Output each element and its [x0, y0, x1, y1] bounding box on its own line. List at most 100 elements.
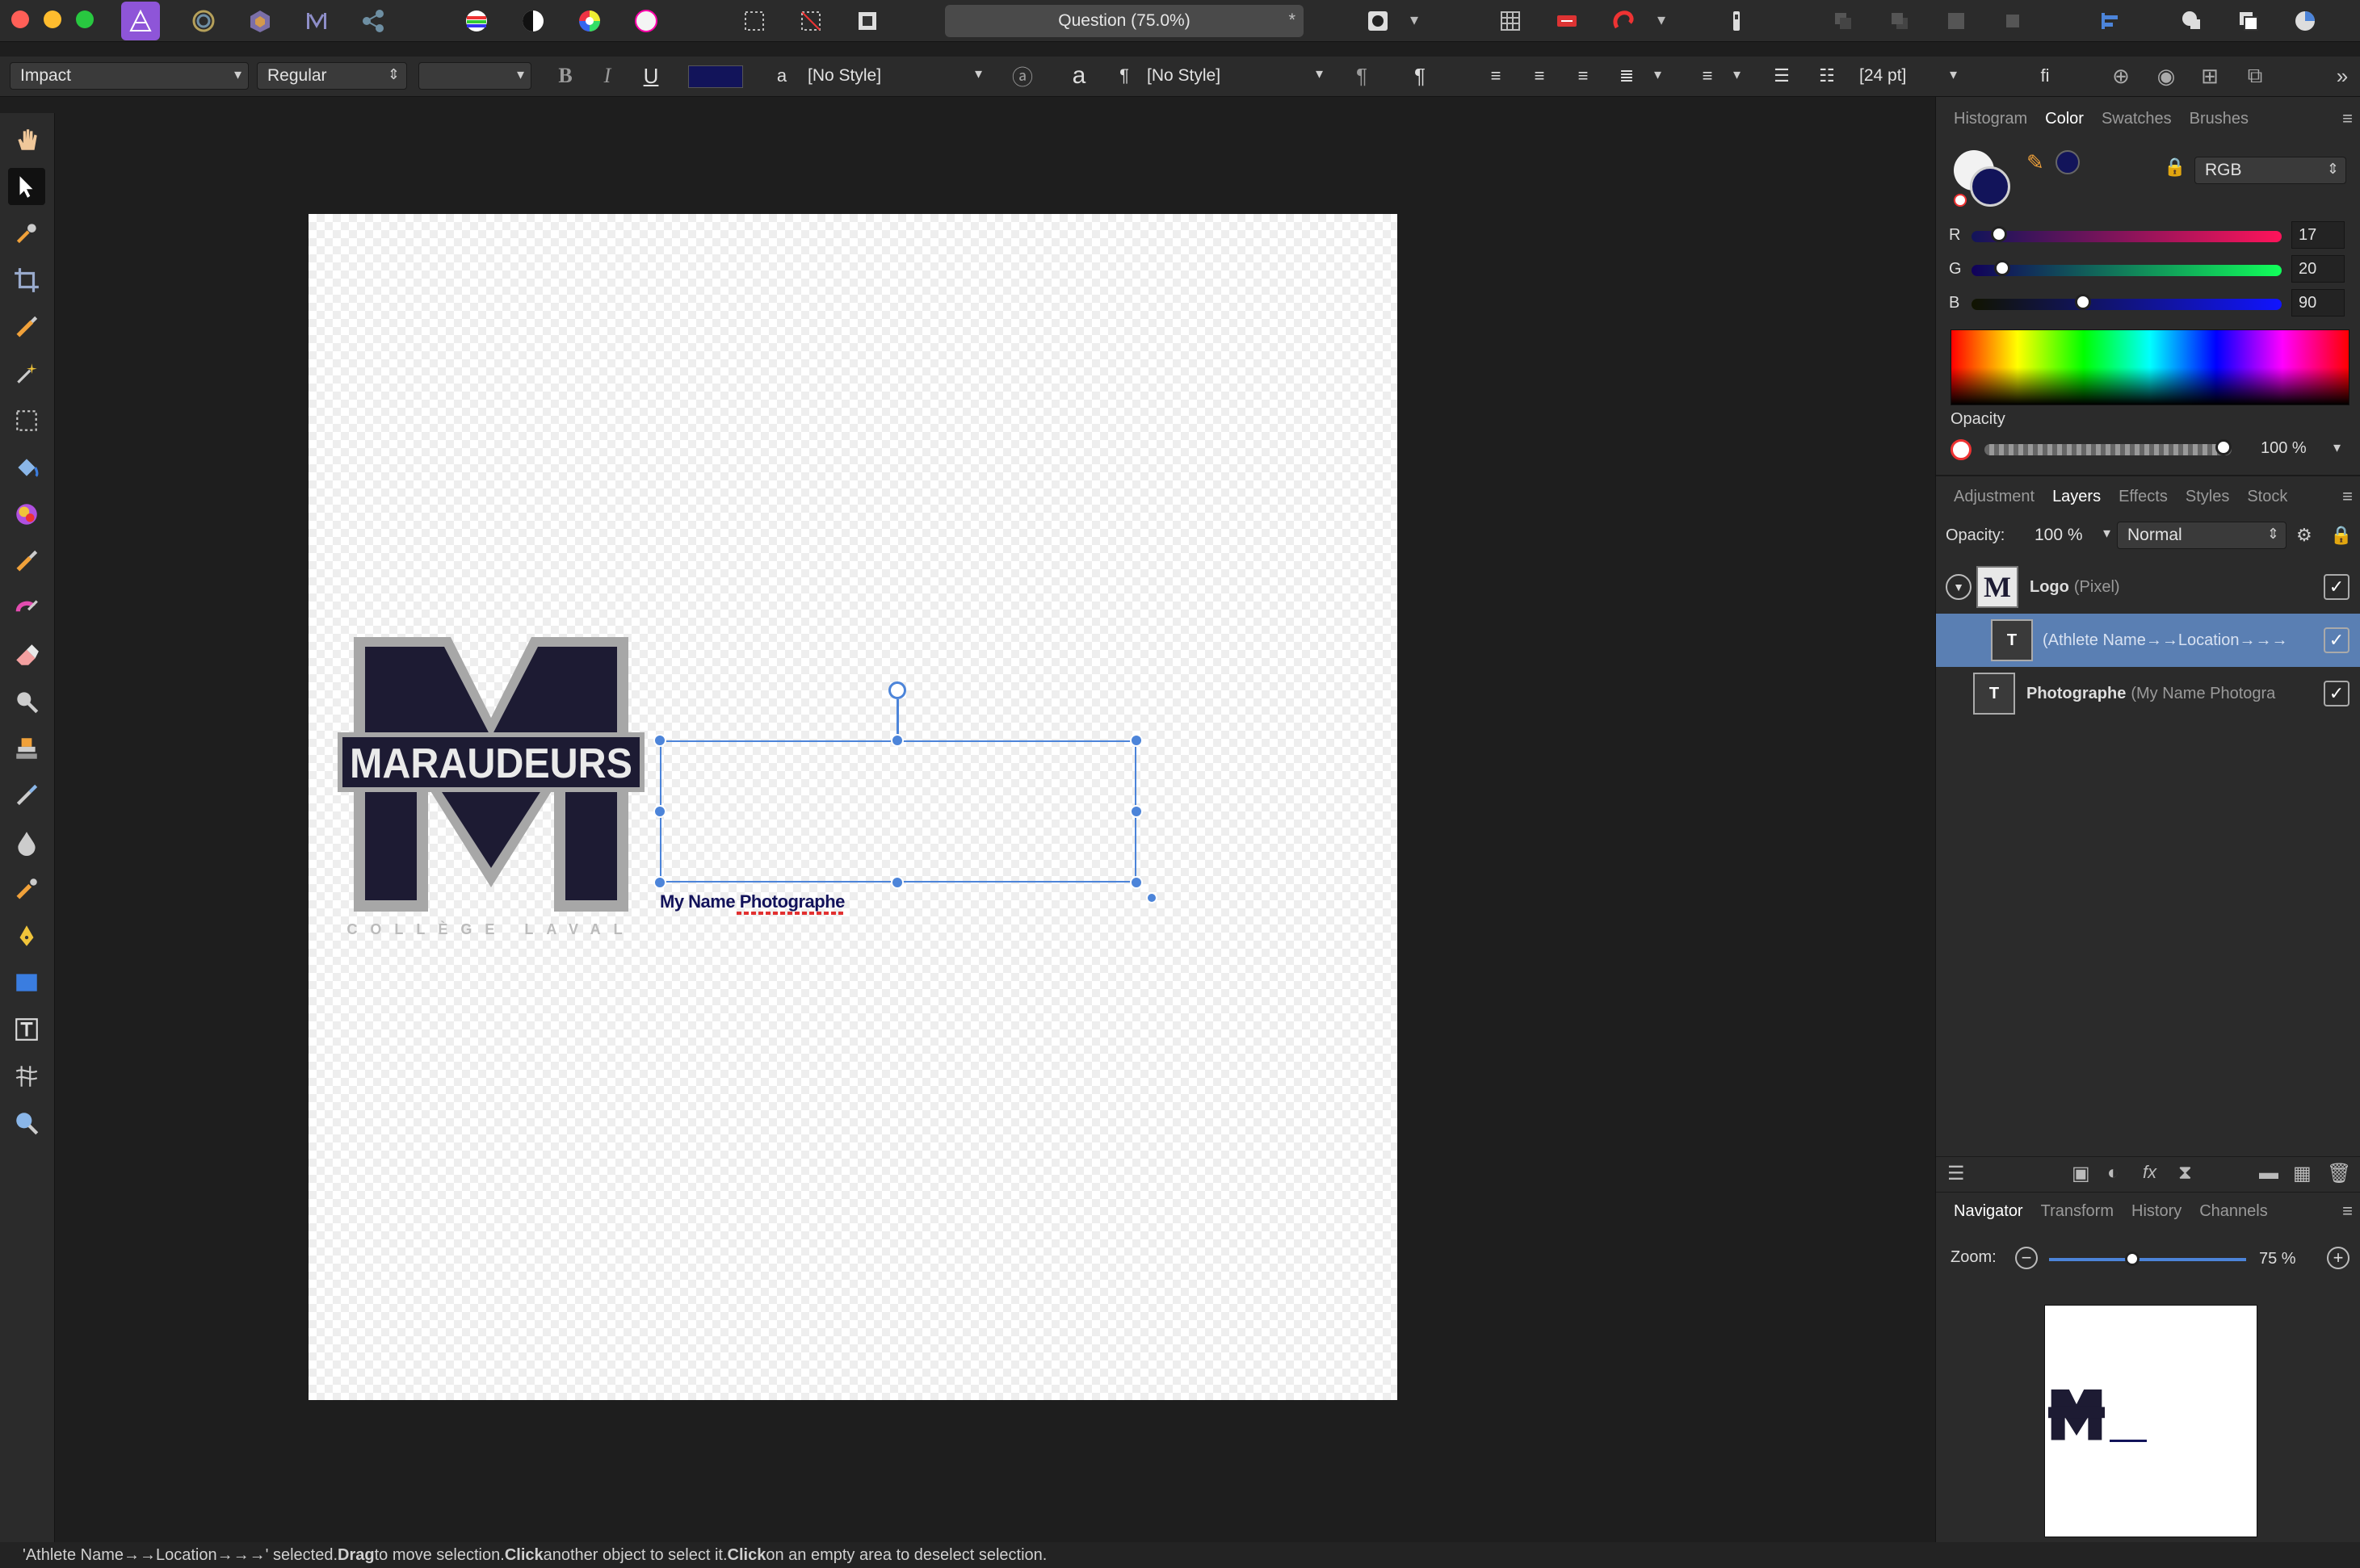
arrange-front-icon[interactable]	[1940, 5, 1972, 37]
clone-brush-tool-icon[interactable]	[8, 730, 45, 767]
marquee-tool-icon[interactable]	[8, 402, 45, 439]
align-center-icon[interactable]: ≡	[1523, 62, 1556, 90]
zoom-slider-knob[interactable]	[2125, 1251, 2140, 1266]
tab-channels[interactable]: Channels	[2199, 1202, 2268, 1221]
no-color-icon[interactable]	[1951, 439, 1972, 460]
tab-color[interactable]: Color	[2045, 110, 2084, 128]
liquify-persona-icon[interactable]	[187, 5, 220, 37]
deselect-icon[interactable]	[795, 5, 827, 37]
layer-row-photographe[interactable]: T Photographe (My Name Photogra ✓	[1936, 667, 2360, 720]
quick-mask-dropdown[interactable]: ▾	[1410, 10, 1418, 30]
layer-row-athlete-name[interactable]: T (Athlete Name→→Location→→→ ✓	[1936, 614, 2360, 667]
panel-menu-icon[interactable]: ≡	[2342, 108, 2353, 129]
align-right-icon[interactable]: ≡	[1567, 62, 1599, 90]
resize-handle-bottom-right[interactable]	[1130, 876, 1143, 889]
paragraph-style-select[interactable]: [No Style] ▾	[1137, 62, 1329, 90]
character-panel-icon[interactable]: a	[1063, 62, 1095, 90]
mask-layer-icon[interactable]: ▣	[2072, 1162, 2090, 1185]
tone-mapping-persona-icon[interactable]	[300, 5, 333, 37]
paragraph-style-options-icon[interactable]: ¶	[1346, 62, 1378, 90]
align-left-icon[interactable]: ≡	[1480, 62, 1512, 90]
maximize-window-button[interactable]	[76, 10, 94, 28]
tab-histogram[interactable]: Histogram	[1954, 110, 2027, 128]
boolean-add-icon[interactable]	[2176, 5, 2208, 37]
boolean-subtract-icon[interactable]	[2232, 5, 2265, 37]
export-persona-icon[interactable]	[357, 5, 389, 37]
resize-handle-top-right[interactable]	[1130, 734, 1143, 747]
hsl-icon[interactable]	[573, 5, 606, 37]
bullets-icon[interactable]: ☰	[1766, 62, 1798, 90]
rotation-handle[interactable]	[888, 681, 906, 699]
flood-select-tool-icon[interactable]	[8, 355, 45, 392]
zoom-tool-icon[interactable]	[8, 1105, 45, 1142]
font-family-select[interactable]: Impact ▾	[10, 62, 249, 90]
maraudeurs-logo[interactable]: MARAUDEURS COLLÈGE LAVAL	[338, 629, 645, 936]
tab-navigator[interactable]: Navigator	[1954, 1202, 2023, 1221]
hand-tool-icon[interactable]	[8, 121, 45, 158]
arrange-back-icon[interactable]	[1827, 5, 1859, 37]
gradient-tool-icon[interactable]	[8, 496, 45, 533]
resize-handle-bottom[interactable]	[891, 876, 904, 889]
navigator-panel-menu-icon[interactable]: ≡	[2342, 1201, 2353, 1222]
layer-visibility-checkbox[interactable]: ✓	[2324, 574, 2350, 600]
transform-origin-icon[interactable]: ⊕	[2105, 62, 2137, 90]
assistant-icon[interactable]	[1551, 5, 1583, 37]
tab-layers[interactable]: Layers	[2052, 488, 2101, 506]
artistic-text-tool-icon[interactable]	[8, 1011, 45, 1048]
resize-handle-right[interactable]	[1130, 805, 1143, 818]
leading-value[interactable]: [24 pt]	[1859, 62, 1906, 90]
opacity-dropdown[interactable]: ▾	[2333, 439, 2341, 456]
layer-row-logo[interactable]: ▼ M Logo (Pixel) ✓	[1936, 560, 2360, 614]
snapping-text-icon[interactable]: ⊞	[2194, 62, 2226, 90]
justify-icon[interactable]: ≣	[1610, 62, 1643, 90]
mixer-brush-tool-icon[interactable]	[8, 589, 45, 627]
snapping-dropdown[interactable]: ▾	[1657, 10, 1665, 30]
layer-settings-icon[interactable]: ⚙	[2296, 525, 2312, 546]
ligature-button[interactable]: fi	[2029, 62, 2061, 90]
resize-handle-bottom-left[interactable]	[653, 876, 666, 889]
overflow-menu-icon[interactable]: »	[2326, 62, 2358, 90]
picked-color-swatch[interactable]	[2056, 150, 2080, 174]
eyedropper-icon[interactable]: ✎	[2026, 150, 2044, 175]
text-frame-selection[interactable]	[660, 740, 1136, 883]
move-tool-icon[interactable]	[8, 168, 45, 205]
lock-icon[interactable]: 🔒	[2164, 157, 2186, 178]
group-folder-icon[interactable]: ▬	[2259, 1162, 2278, 1184]
color-model-select[interactable]: RGB ⇕	[2194, 157, 2346, 184]
layer-opacity-select[interactable]: 100 % ▾	[2033, 522, 2110, 549]
erase-tool-icon[interactable]	[8, 636, 45, 673]
rectangle-tool-icon[interactable]	[8, 964, 45, 1001]
vertical-align-icon[interactable]: ≡	[1691, 62, 1724, 90]
alignment-dropdown[interactable]: ▾	[1654, 66, 1661, 83]
minimize-window-button[interactable]	[44, 10, 61, 28]
tab-styles[interactable]: Styles	[2186, 488, 2229, 506]
mesh-warp-tool-icon[interactable]	[8, 1058, 45, 1095]
zoom-slider[interactable]	[2049, 1258, 2246, 1261]
delete-layer-icon[interactable]: 🗑	[2327, 1162, 2351, 1185]
leading-dropdown[interactable]: ▾	[1950, 66, 1957, 83]
opacity-slider[interactable]	[1984, 444, 2232, 455]
numbering-icon[interactable]: ☷	[1811, 62, 1843, 90]
character-style-options-icon[interactable]: ⓐ	[1006, 62, 1039, 90]
layers-stack-icon[interactable]: ☰	[1947, 1162, 1965, 1185]
underline-button[interactable]: U	[635, 62, 667, 90]
close-window-button[interactable]	[11, 10, 29, 28]
brightness-contrast-icon[interactable]	[517, 5, 549, 37]
layer-lock-icon[interactable]: 🔒	[2330, 525, 2352, 546]
layers-panel-menu-icon[interactable]: ≡	[2342, 486, 2353, 507]
b-slider[interactable]	[1972, 299, 2282, 310]
dodge-tool-icon[interactable]	[8, 683, 45, 720]
inpainting-brush-tool-icon[interactable]	[8, 870, 45, 908]
arrange-bottom-icon[interactable]	[1997, 5, 2029, 37]
italic-button[interactable]: I	[591, 62, 624, 90]
tab-history[interactable]: History	[2131, 1202, 2182, 1221]
layer-visibility-checkbox[interactable]: ✓	[2324, 681, 2350, 706]
smudge-tool-icon[interactable]	[8, 824, 45, 861]
layer-visibility-checkbox[interactable]: ✓	[2324, 627, 2350, 653]
photo-persona-icon[interactable]	[121, 2, 160, 40]
show-hidden-characters-icon[interactable]: ◉	[2150, 62, 2182, 90]
fx-icon[interactable]: fx	[2143, 1162, 2156, 1183]
invert-selection-icon[interactable]	[851, 5, 884, 37]
bold-button[interactable]: B	[549, 62, 582, 90]
levels-icon[interactable]	[460, 5, 493, 37]
